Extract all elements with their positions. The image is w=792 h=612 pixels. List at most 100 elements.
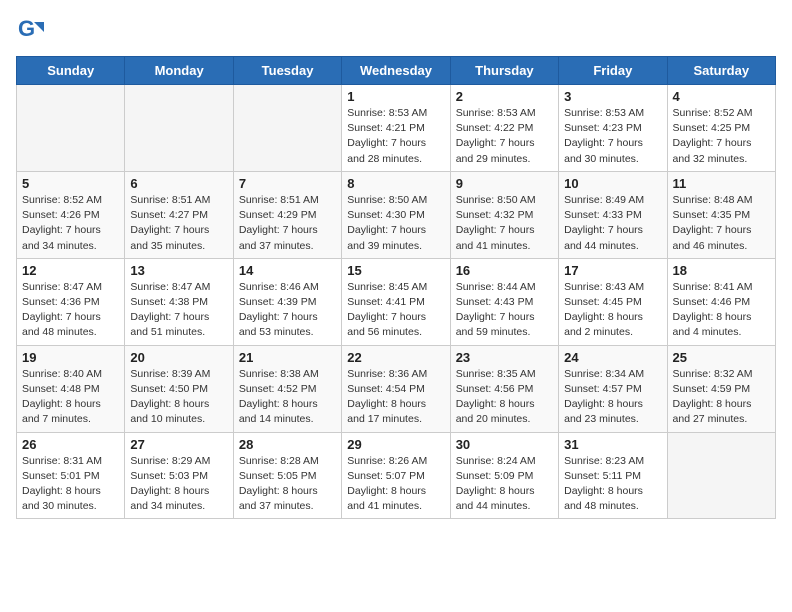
logo: G <box>16 16 48 44</box>
day-info: Sunrise: 8:50 AMSunset: 4:30 PMDaylight:… <box>347 193 444 254</box>
calendar-cell: 11 Sunrise: 8:48 AMSunset: 4:35 PMDayligh… <box>667 171 775 258</box>
day-info: Sunrise: 8:38 AMSunset: 4:52 PMDaylight:… <box>239 367 336 428</box>
day-number: 14 <box>239 263 336 278</box>
weekday-header-sunday: Sunday <box>17 57 125 85</box>
day-info: Sunrise: 8:28 AMSunset: 5:05 PMDaylight:… <box>239 454 336 515</box>
calendar-cell: 7 Sunrise: 8:51 AMSunset: 4:29 PMDaylight… <box>233 171 341 258</box>
calendar-cell: 22 Sunrise: 8:36 AMSunset: 4:54 PMDayligh… <box>342 345 450 432</box>
calendar-cell: 31 Sunrise: 8:23 AMSunset: 5:11 PMDayligh… <box>559 432 667 519</box>
calendar-cell: 8Sunrise: 8:50 AMSunset: 4:30 PMDaylight… <box>342 171 450 258</box>
day-number: 5 <box>22 176 119 191</box>
day-number: 23 <box>456 350 553 365</box>
day-info: Sunrise: 8:51 AMSunset: 4:29 PMDaylight:… <box>239 193 336 254</box>
day-number: 11 <box>673 176 770 191</box>
calendar-header-row: SundayMondayTuesdayWednesdayThursdayFrid… <box>17 57 776 85</box>
calendar-cell: 10 Sunrise: 8:49 AMSunset: 4:33 PMDayligh… <box>559 171 667 258</box>
day-number: 28 <box>239 437 336 452</box>
calendar-week-3: 12 Sunrise: 8:47 AMSunset: 4:36 PMDayligh… <box>17 258 776 345</box>
day-info: Sunrise: 8:36 AMSunset: 4:54 PMDaylight:… <box>347 367 444 428</box>
calendar-cell: 2 Sunrise: 8:53 AMSunset: 4:22 PMDaylight… <box>450 85 558 172</box>
day-number: 6 <box>130 176 227 191</box>
calendar-week-2: 5Sunrise: 8:52 AMSunset: 4:26 PMDaylight… <box>17 171 776 258</box>
day-info: Sunrise: 8:53 AMSunset: 4:22 PMDaylight:… <box>456 106 553 167</box>
calendar-cell: 12 Sunrise: 8:47 AMSunset: 4:36 PMDayligh… <box>17 258 125 345</box>
day-number: 21 <box>239 350 336 365</box>
calendar-cell: 29Sunrise: 8:26 AMSunset: 5:07 PMDayligh… <box>342 432 450 519</box>
calendar-cell: 23Sunrise: 8:35 AMSunset: 4:56 PMDayligh… <box>450 345 558 432</box>
day-info: Sunrise: 8:39 AMSunset: 4:50 PMDaylight:… <box>130 367 227 428</box>
day-number: 30 <box>456 437 553 452</box>
day-info: Sunrise: 8:34 AMSunset: 4:57 PMDaylight:… <box>564 367 661 428</box>
day-info: Sunrise: 8:43 AMSunset: 4:45 PMDaylight:… <box>564 280 661 341</box>
calendar-week-1: 1Sunrise: 8:53 AMSunset: 4:21 PMDaylight… <box>17 85 776 172</box>
calendar-cell: 1Sunrise: 8:53 AMSunset: 4:21 PMDaylight… <box>342 85 450 172</box>
calendar-cell: 28 Sunrise: 8:28 AMSunset: 5:05 PMDayligh… <box>233 432 341 519</box>
calendar-cell: 15Sunrise: 8:45 AMSunset: 4:41 PMDayligh… <box>342 258 450 345</box>
svg-text:G: G <box>18 16 35 41</box>
calendar-cell: 9 Sunrise: 8:50 AMSunset: 4:32 PMDaylight… <box>450 171 558 258</box>
page-header: G <box>16 16 776 44</box>
calendar-cell: 21 Sunrise: 8:38 AMSunset: 4:52 PMDayligh… <box>233 345 341 432</box>
calendar-cell: 16 Sunrise: 8:44 AMSunset: 4:43 PMDayligh… <box>450 258 558 345</box>
weekday-header-thursday: Thursday <box>450 57 558 85</box>
day-info: Sunrise: 8:44 AMSunset: 4:43 PMDaylight:… <box>456 280 553 341</box>
day-number: 27 <box>130 437 227 452</box>
weekday-header-wednesday: Wednesday <box>342 57 450 85</box>
weekday-header-tuesday: Tuesday <box>233 57 341 85</box>
calendar-cell <box>17 85 125 172</box>
day-number: 22 <box>347 350 444 365</box>
day-info: Sunrise: 8:47 AMSunset: 4:38 PMDaylight:… <box>130 280 227 341</box>
day-info: Sunrise: 8:50 AMSunset: 4:32 PMDaylight:… <box>456 193 553 254</box>
day-info: Sunrise: 8:41 AMSunset: 4:46 PMDaylight:… <box>673 280 770 341</box>
calendar-cell: 26 Sunrise: 8:31 AMSunset: 5:01 PMDayligh… <box>17 432 125 519</box>
day-number: 19 <box>22 350 119 365</box>
day-number: 18 <box>673 263 770 278</box>
calendar-cell: 13 Sunrise: 8:47 AMSunset: 4:38 PMDayligh… <box>125 258 233 345</box>
day-info: Sunrise: 8:48 AMSunset: 4:35 PMDaylight:… <box>673 193 770 254</box>
day-number: 26 <box>22 437 119 452</box>
day-info: Sunrise: 8:23 AMSunset: 5:11 PMDaylight:… <box>564 454 661 515</box>
calendar-cell: 17 Sunrise: 8:43 AMSunset: 4:45 PMDayligh… <box>559 258 667 345</box>
day-number: 7 <box>239 176 336 191</box>
weekday-header-saturday: Saturday <box>667 57 775 85</box>
calendar-cell: 30 Sunrise: 8:24 AMSunset: 5:09 PMDayligh… <box>450 432 558 519</box>
day-info: Sunrise: 8:40 AMSunset: 4:48 PMDaylight:… <box>22 367 119 428</box>
day-number: 17 <box>564 263 661 278</box>
calendar-cell: 24Sunrise: 8:34 AMSunset: 4:57 PMDayligh… <box>559 345 667 432</box>
day-number: 31 <box>564 437 661 452</box>
day-number: 4 <box>673 89 770 104</box>
calendar-cell: 19 Sunrise: 8:40 AMSunset: 4:48 PMDayligh… <box>17 345 125 432</box>
day-number: 3 <box>564 89 661 104</box>
calendar-cell <box>125 85 233 172</box>
day-number: 20 <box>130 350 227 365</box>
calendar-cell: 18 Sunrise: 8:41 AMSunset: 4:46 PMDayligh… <box>667 258 775 345</box>
calendar-cell: 5Sunrise: 8:52 AMSunset: 4:26 PMDaylight… <box>17 171 125 258</box>
calendar-cell <box>667 432 775 519</box>
day-info: Sunrise: 8:29 AMSunset: 5:03 PMDaylight:… <box>130 454 227 515</box>
day-number: 13 <box>130 263 227 278</box>
calendar-cell: 20 Sunrise: 8:39 AMSunset: 4:50 PMDayligh… <box>125 345 233 432</box>
day-info: Sunrise: 8:32 AMSunset: 4:59 PMDaylight:… <box>673 367 770 428</box>
weekday-header-friday: Friday <box>559 57 667 85</box>
day-info: Sunrise: 8:31 AMSunset: 5:01 PMDaylight:… <box>22 454 119 515</box>
calendar-cell: 6 Sunrise: 8:51 AMSunset: 4:27 PMDaylight… <box>125 171 233 258</box>
day-info: Sunrise: 8:26 AMSunset: 5:07 PMDaylight:… <box>347 454 444 515</box>
day-info: Sunrise: 8:47 AMSunset: 4:36 PMDaylight:… <box>22 280 119 341</box>
day-number: 2 <box>456 89 553 104</box>
day-number: 16 <box>456 263 553 278</box>
day-number: 10 <box>564 176 661 191</box>
day-number: 9 <box>456 176 553 191</box>
calendar-cell: 14 Sunrise: 8:46 AMSunset: 4:39 PMDayligh… <box>233 258 341 345</box>
calendar-cell: 25 Sunrise: 8:32 AMSunset: 4:59 PMDayligh… <box>667 345 775 432</box>
day-info: Sunrise: 8:24 AMSunset: 5:09 PMDaylight:… <box>456 454 553 515</box>
calendar-week-5: 26 Sunrise: 8:31 AMSunset: 5:01 PMDayligh… <box>17 432 776 519</box>
day-number: 25 <box>673 350 770 365</box>
day-number: 12 <box>22 263 119 278</box>
day-info: Sunrise: 8:45 AMSunset: 4:41 PMDaylight:… <box>347 280 444 341</box>
day-info: Sunrise: 8:49 AMSunset: 4:33 PMDaylight:… <box>564 193 661 254</box>
day-info: Sunrise: 8:46 AMSunset: 4:39 PMDaylight:… <box>239 280 336 341</box>
day-info: Sunrise: 8:53 AMSunset: 4:21 PMDaylight:… <box>347 106 444 167</box>
calendar-cell <box>233 85 341 172</box>
day-info: Sunrise: 8:51 AMSunset: 4:27 PMDaylight:… <box>130 193 227 254</box>
calendar-cell: 4Sunrise: 8:52 AMSunset: 4:25 PMDaylight… <box>667 85 775 172</box>
